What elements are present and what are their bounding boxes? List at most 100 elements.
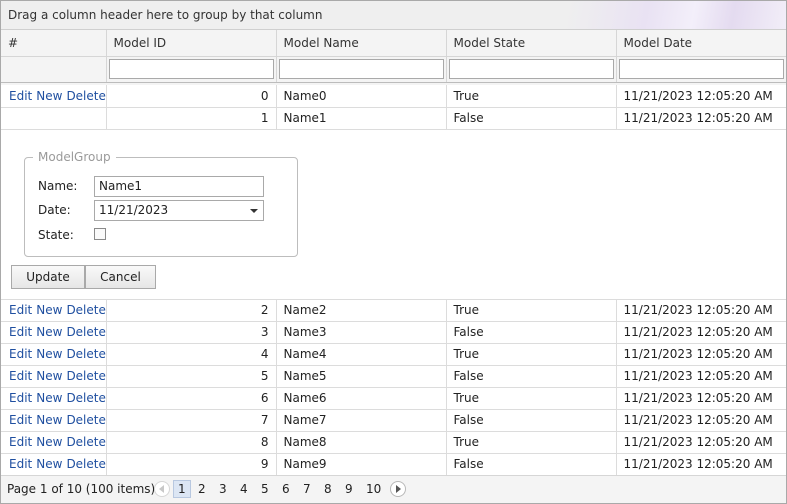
filter-input-model-state[interactable]	[448, 58, 614, 79]
page-button-10[interactable]: 10	[366, 482, 381, 496]
model-state-cell: True	[446, 299, 617, 322]
edit-link[interactable]: Edit	[9, 457, 32, 471]
new-link[interactable]: New	[36, 89, 62, 103]
command-cell: Edit New Delete	[1, 85, 107, 108]
name-field[interactable]: Name1	[94, 175, 264, 197]
edit-link[interactable]: Edit	[9, 369, 32, 383]
column-header-model-date[interactable]: Model Date	[616, 30, 786, 57]
new-link[interactable]: New	[36, 435, 62, 449]
model-date-cell: 11/21/2023 12:05:20 AM	[616, 365, 786, 388]
delete-link[interactable]: Delete	[66, 303, 105, 317]
table-row: Edit New Delete 6 Name6 True 11/21/2023 12…	[1, 387, 786, 410]
update-button[interactable]: Update	[11, 264, 85, 289]
command-cell: Edit New Delete	[1, 453, 107, 476]
table-row-editing: 1 Name1 False 11/21/2023 12:05:20 AM	[1, 107, 786, 130]
command-cell: Edit New Delete	[1, 365, 107, 388]
new-link[interactable]: New	[36, 303, 62, 317]
model-state-cell: False	[446, 409, 617, 432]
model-id-cell: 5	[106, 365, 277, 388]
model-state-cell: False	[446, 453, 617, 476]
table-row: Edit New Delete 5 Name5 False 11/21/2023 1…	[1, 365, 786, 388]
new-link[interactable]: New	[36, 391, 62, 405]
model-state-cell: True	[446, 387, 617, 410]
model-state-cell: True	[446, 431, 617, 454]
page-button-2[interactable]: 2	[198, 482, 206, 496]
page-button-1[interactable]: 1	[173, 480, 191, 498]
page-button-9[interactable]: 9	[345, 482, 353, 496]
model-state-cell: False	[446, 365, 617, 388]
date-label: Date:	[38, 202, 71, 217]
column-header-model-state[interactable]: Model State	[446, 30, 617, 57]
model-id-cell: 0	[106, 85, 277, 108]
filter-input-model-id[interactable]	[108, 58, 274, 79]
state-field-row: State:	[38, 227, 106, 242]
delete-link[interactable]: Delete	[66, 347, 105, 361]
page-button-4[interactable]: 4	[240, 482, 248, 496]
model-id-cell: 9	[106, 453, 277, 476]
date-field-row: Date: 11/21/2023	[38, 199, 264, 221]
chevron-down-icon[interactable]	[250, 208, 258, 213]
edit-link[interactable]: Edit	[9, 435, 32, 449]
edit-link[interactable]: Edit	[9, 391, 32, 405]
table-row: Edit New Delete 0 Name0 True 11/21/2023 12…	[1, 85, 786, 108]
grid-table: # Model ID Model Name Model State Model …	[1, 30, 786, 476]
previous-page-icon[interactable]	[154, 481, 170, 497]
new-link[interactable]: New	[36, 413, 62, 427]
filter-input-model-date[interactable]	[618, 58, 784, 79]
delete-link[interactable]: Delete	[66, 413, 105, 427]
model-date-cell: 11/21/2023 12:05:20 AM	[616, 321, 786, 344]
delete-link[interactable]: Delete	[66, 391, 105, 405]
model-id-cell: 7	[106, 409, 277, 432]
command-cell: Edit New Delete	[1, 321, 107, 344]
column-header-model-name[interactable]: Model Name	[276, 30, 447, 57]
page-button-7[interactable]: 7	[303, 482, 311, 496]
date-picker[interactable]: 11/21/2023	[94, 199, 264, 221]
model-date-cell: 11/21/2023 12:05:20 AM	[616, 343, 786, 366]
model-name-cell: Name8	[276, 431, 447, 454]
model-date-cell: 11/21/2023 12:05:20 AM	[616, 85, 786, 108]
page-button-6[interactable]: 6	[282, 482, 290, 496]
pager: Page 1 of 10 (100 items) 1 2 3 4 5 6 7 8…	[1, 475, 786, 503]
column-header-model-id[interactable]: Model ID	[106, 30, 277, 57]
page-button-8[interactable]: 8	[324, 482, 332, 496]
edit-link[interactable]: Edit	[9, 325, 32, 339]
edit-link[interactable]: Edit	[9, 89, 32, 103]
cancel-button[interactable]: Cancel	[85, 264, 156, 289]
delete-link[interactable]: Delete	[66, 435, 105, 449]
new-link[interactable]: New	[36, 347, 62, 361]
model-date-cell: 11/21/2023 12:05:20 AM	[616, 431, 786, 454]
new-link[interactable]: New	[36, 457, 62, 471]
delete-link[interactable]: Delete	[66, 325, 105, 339]
delete-link[interactable]: Delete	[66, 457, 105, 471]
filter-cell-command	[1, 56, 107, 83]
model-id-cell: 3	[106, 321, 277, 344]
column-header-command[interactable]: #	[1, 30, 107, 57]
model-date-cell: 11/21/2023 12:05:20 AM	[616, 387, 786, 410]
command-cell: Edit New Delete	[1, 299, 107, 322]
delete-link[interactable]: Delete	[66, 89, 105, 103]
model-name-cell: Name2	[276, 299, 447, 322]
state-checkbox[interactable]	[94, 227, 106, 240]
name-label: Name:	[38, 178, 78, 193]
date-value: 11/21/2023	[99, 202, 169, 217]
group-panel[interactable]: Drag a column header here to group by th…	[1, 1, 786, 30]
model-id-cell: 6	[106, 387, 277, 410]
filter-cell-model-state	[446, 56, 617, 83]
edit-link[interactable]: Edit	[9, 413, 32, 427]
filter-input-model-name[interactable]	[278, 58, 444, 79]
new-link[interactable]: New	[36, 369, 62, 383]
next-page-icon[interactable]	[390, 481, 406, 497]
table-row: Edit New Delete 3 Name3 False 11/21/2023 1…	[1, 321, 786, 344]
model-date-cell: 11/21/2023 12:05:20 AM	[616, 107, 786, 130]
command-cell: Edit New Delete	[1, 387, 107, 410]
new-link[interactable]: New	[36, 325, 62, 339]
model-name-cell: Name7	[276, 409, 447, 432]
edit-link[interactable]: Edit	[9, 347, 32, 361]
page-button-3[interactable]: 3	[219, 482, 227, 496]
delete-link[interactable]: Delete	[66, 369, 105, 383]
page-button-5[interactable]: 5	[261, 482, 269, 496]
edit-link[interactable]: Edit	[9, 303, 32, 317]
model-name-cell: Name4	[276, 343, 447, 366]
name-field-row: Name: Name1	[38, 175, 264, 197]
model-date-cell: 11/21/2023 12:05:20 AM	[616, 409, 786, 432]
